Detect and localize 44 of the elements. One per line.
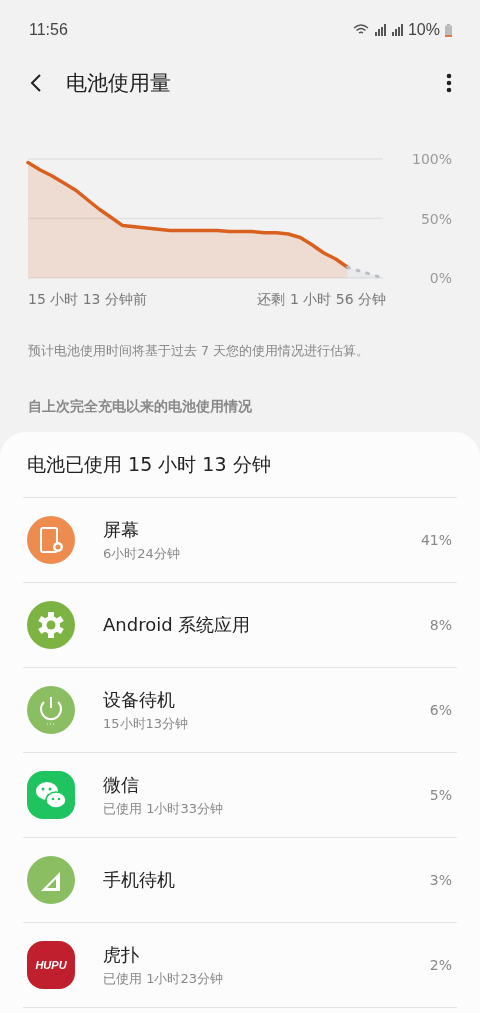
usage-percent: 41% [420,532,452,548]
usage-time: 6小时24分钟 [103,544,181,563]
app-name: 虎扑 [103,942,140,967]
app-usage-row[interactable]: 屏幕 6小时24分钟 41% [23,498,457,583]
app-name: 屏幕 [103,517,140,542]
usage-percent: 8% [429,617,452,633]
estimate-note: 预计电池使用时间将基于过去 7 天您的使用情况进行估算。 [28,343,370,360]
usage-percent: 5% [429,787,452,803]
app-usage-row[interactable]: 设备待机 15小时13分钟 6% [23,668,457,753]
phone-icon [27,516,75,564]
usage-percent: 6% [429,702,452,718]
app-name: 手机待机 [103,868,176,892]
usage-time: 15小时13分钟 [103,714,190,733]
page-title: 电池使用量 [66,70,172,97]
clock: 11:56 [29,21,68,39]
app-name: Android 系统应用 [103,613,252,637]
battery-icon [445,23,452,37]
app-usage-row[interactable]: 手机待机 3% [23,838,457,923]
usage-percent: 2% [429,957,452,973]
axis-label: 50% [420,209,452,228]
app-usage-row[interactable]: Android 系统应用 8% [23,583,457,668]
signal-icon [27,856,75,904]
axis-label: 15 小时 13 分钟前 [28,291,147,309]
more-options-button[interactable] [444,71,454,95]
axis-label: 0% [429,269,452,287]
wifi-icon [352,24,369,36]
usage-time: 已使用 1小时23分钟 [103,969,224,988]
section-title: 自上次完全充电以来的电池使用情况 [28,398,253,416]
gear-icon [27,601,75,649]
axis-label: 100% [411,150,452,168]
usage-total: 电池已使用 15 小时 13 分钟 [23,432,457,498]
battery-percent: 10% [407,21,440,39]
chat-bubbles-icon [27,771,75,819]
app-usage-row[interactable]: 微信 已使用 1小时33分钟 5% [23,753,457,838]
app-name: 设备待机 [103,687,176,712]
app-logo: HUPU [27,941,75,989]
axis-label: 还剩 1 小时 56 分钟 [257,291,386,309]
usage-percent: 3% [429,872,452,888]
usage-time: 已使用 1小时33分钟 [103,799,224,818]
signal-icon [373,24,386,36]
signal-icon [390,24,403,36]
app-name: 微信 [103,772,140,797]
power-icon [27,686,75,734]
app-usage-row[interactable]: HUPU 虎扑 已使用 1小时23分钟 2% [23,923,457,1008]
